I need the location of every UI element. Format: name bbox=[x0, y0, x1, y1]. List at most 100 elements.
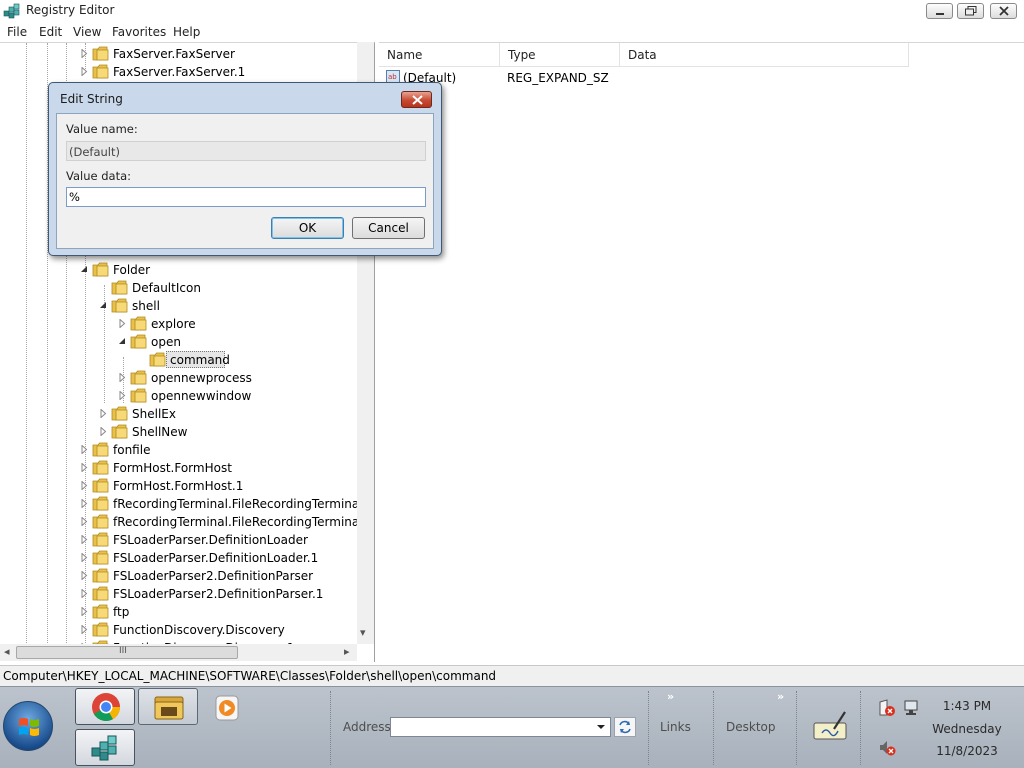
collapsed-triangle-icon[interactable] bbox=[80, 607, 89, 616]
value-name-label: Value name: bbox=[66, 122, 138, 136]
tree-item[interactable]: ftp bbox=[0, 603, 374, 621]
collapsed-triangle-icon[interactable] bbox=[118, 391, 127, 400]
column-header-name[interactable]: Name bbox=[379, 43, 500, 67]
tree-item[interactable]: DefaultIcon bbox=[0, 279, 374, 297]
collapsed-triangle-icon[interactable] bbox=[118, 319, 127, 328]
collapsed-triangle-icon[interactable] bbox=[80, 445, 89, 454]
values-list[interactable]: Name Type Data ab (Default) REG_EXPAND_S… bbox=[379, 42, 1024, 662]
collapsed-triangle-icon[interactable] bbox=[80, 67, 89, 76]
tree-item[interactable]: FaxServer.FaxServer.1 bbox=[0, 63, 374, 81]
close-button[interactable] bbox=[990, 3, 1017, 19]
tree-item[interactable]: fRecordingTerminal.FileRecordingTerminal… bbox=[0, 513, 374, 531]
tree-item[interactable]: command bbox=[0, 351, 374, 369]
desktop-toolbar-label[interactable]: Desktop bbox=[726, 720, 776, 734]
address-input[interactable] bbox=[390, 717, 611, 737]
links-overflow-chevron-icon[interactable]: » bbox=[667, 690, 674, 703]
collapsed-triangle-icon[interactable] bbox=[80, 589, 89, 598]
folder-icon bbox=[92, 550, 109, 565]
collapsed-triangle-icon[interactable] bbox=[118, 373, 127, 382]
tree-item[interactable]: ShellNew bbox=[0, 423, 374, 441]
taskbar-media-player[interactable] bbox=[210, 691, 244, 725]
collapsed-triangle-icon[interactable] bbox=[80, 571, 89, 580]
tree-item[interactable]: open bbox=[0, 333, 374, 351]
menu-edit[interactable]: Edit bbox=[39, 25, 62, 39]
menu-view[interactable]: View bbox=[73, 25, 101, 39]
taskbar-separator bbox=[796, 691, 798, 765]
volume-muted-icon[interactable] bbox=[878, 739, 896, 757]
tree-item[interactable]: FaxServer.FaxServer bbox=[0, 45, 374, 63]
tree-item[interactable]: Folder bbox=[0, 261, 374, 279]
action-center-alert-icon[interactable] bbox=[878, 699, 896, 717]
collapsed-triangle-icon[interactable] bbox=[80, 517, 89, 526]
dialog-body: Value name: (Default) Value data: OK Can… bbox=[56, 113, 434, 249]
tree-item[interactable]: FormHost.FormHost bbox=[0, 459, 374, 477]
minimize-button[interactable] bbox=[926, 3, 953, 19]
horizontal-scroll-thumb[interactable]: III bbox=[16, 646, 238, 659]
media-player-icon bbox=[215, 695, 239, 721]
taskbar-registry-editor[interactable] bbox=[75, 729, 135, 766]
collapsed-triangle-icon[interactable] bbox=[80, 499, 89, 508]
close-icon bbox=[999, 6, 1009, 16]
links-toolbar-label[interactable]: Links bbox=[660, 720, 691, 734]
restore-button[interactable] bbox=[957, 3, 984, 19]
tree-item[interactable]: FSLoaderParser2.DefinitionParser.1 bbox=[0, 585, 374, 603]
network-icon[interactable] bbox=[902, 699, 920, 717]
tree-item-label: FSLoaderParser.DefinitionLoader.1 bbox=[113, 551, 319, 565]
tree-item[interactable]: FormHost.FormHost.1 bbox=[0, 477, 374, 495]
tree-item[interactable]: opennewprocess bbox=[0, 369, 374, 387]
value-data-field[interactable] bbox=[66, 187, 426, 207]
tree-item[interactable]: explore bbox=[0, 315, 374, 333]
address-go-button[interactable] bbox=[614, 717, 636, 737]
collapsed-triangle-icon[interactable] bbox=[80, 625, 89, 634]
tree-item-label: ShellNew bbox=[132, 425, 188, 439]
taskbar-separator bbox=[713, 691, 715, 765]
tree-item[interactable]: shell bbox=[0, 297, 374, 315]
menu-file[interactable]: File bbox=[7, 25, 27, 39]
expanded-triangle-icon[interactable] bbox=[99, 301, 108, 310]
column-header-type[interactable]: Type bbox=[500, 43, 620, 67]
desktop-overflow-chevron-icon[interactable]: » bbox=[777, 690, 784, 703]
collapsed-triangle-icon[interactable] bbox=[80, 481, 89, 490]
column-header-data[interactable]: Data bbox=[620, 43, 909, 67]
folder-icon bbox=[111, 424, 128, 439]
tree-item-label: FSLoaderParser2.DefinitionParser bbox=[113, 569, 314, 583]
tree-item[interactable]: FunctionDiscovery.Discovery bbox=[0, 621, 374, 639]
collapsed-triangle-icon[interactable] bbox=[80, 463, 89, 472]
collapsed-triangle-icon[interactable] bbox=[99, 427, 108, 436]
collapsed-triangle-icon[interactable] bbox=[80, 535, 89, 544]
start-button[interactable] bbox=[3, 701, 53, 751]
scroll-down-arrow-icon[interactable]: ▾ bbox=[360, 626, 366, 639]
menu-favorites[interactable]: Favorites bbox=[112, 25, 166, 39]
folder-icon bbox=[111, 280, 128, 295]
menu-help[interactable]: Help bbox=[173, 25, 200, 39]
tree-item[interactable]: FSLoaderParser.DefinitionLoader.1 bbox=[0, 549, 374, 567]
expanded-triangle-icon[interactable] bbox=[80, 265, 89, 274]
scroll-left-arrow-icon[interactable]: ◂ bbox=[4, 645, 10, 658]
tree-item[interactable]: FSLoaderParser2.DefinitionParser bbox=[0, 567, 374, 585]
edit-string-dialog: Edit String Value name: (Default) Value … bbox=[48, 82, 442, 256]
tree-item[interactable]: fRecordingTerminal.FileRecordingTerminal bbox=[0, 495, 374, 513]
tree-horizontal-scrollbar[interactable]: ◂ III ▸ bbox=[0, 644, 357, 661]
taskbar-chrome[interactable] bbox=[75, 688, 135, 725]
collapsed-triangle-icon[interactable] bbox=[80, 49, 89, 58]
svg-text:ab: ab bbox=[388, 73, 397, 81]
tree-item[interactable]: fonfile bbox=[0, 441, 374, 459]
cancel-button[interactable]: Cancel bbox=[352, 217, 425, 239]
folder-icon bbox=[92, 64, 109, 79]
pen-tablet-icon[interactable] bbox=[812, 709, 848, 743]
taskbar-file-manager[interactable] bbox=[138, 688, 198, 725]
dialog-close-button[interactable] bbox=[401, 91, 432, 108]
tree-item-label: explore bbox=[151, 317, 196, 331]
folder-icon bbox=[92, 532, 109, 547]
collapsed-triangle-icon[interactable] bbox=[99, 409, 108, 418]
expanded-triangle-icon[interactable] bbox=[118, 337, 127, 346]
tree-item[interactable]: FSLoaderParser.DefinitionLoader bbox=[0, 531, 374, 549]
ok-button[interactable]: OK bbox=[271, 217, 344, 239]
collapsed-triangle-icon[interactable] bbox=[80, 553, 89, 562]
tree-item[interactable]: opennewwindow bbox=[0, 387, 374, 405]
tree-item[interactable]: ShellEx bbox=[0, 405, 374, 423]
chevron-down-icon[interactable] bbox=[594, 719, 608, 735]
folder-icon bbox=[92, 586, 109, 601]
scroll-right-arrow-icon[interactable]: ▸ bbox=[344, 645, 350, 658]
value-name-field: (Default) bbox=[66, 141, 426, 161]
